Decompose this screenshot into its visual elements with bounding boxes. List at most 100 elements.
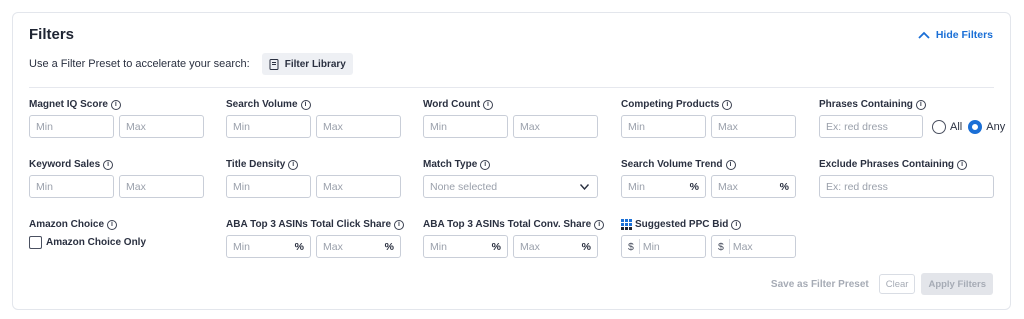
aba-conv-share-min-input[interactable]: Min%	[423, 235, 508, 258]
competing-products-max-input[interactable]: Max	[711, 115, 796, 138]
match-type-label: Match Type	[423, 159, 478, 170]
book-icon	[269, 58, 279, 70]
amazon-choice-label: Amazon Choice	[29, 219, 105, 230]
search-volume-label: Search Volume	[226, 99, 298, 110]
competing-products-field: Competing Products i Min Max	[621, 98, 796, 138]
magnet-iq-max-input[interactable]: Max	[119, 115, 204, 138]
info-icon[interactable]: i	[725, 159, 736, 170]
search-volume-trend-max-input[interactable]: Max%	[711, 175, 796, 198]
title-density-min-input[interactable]: Min	[226, 175, 311, 198]
percent-suffix: %	[491, 240, 501, 253]
info-icon[interactable]: i	[110, 99, 121, 110]
word-count-field: Word Count i Min Max	[423, 98, 598, 138]
aba-conv-share-max-input[interactable]: Max%	[513, 235, 598, 258]
filter-library-button[interactable]: Filter Library	[261, 53, 353, 75]
phrases-containing-field: Phrases Containing i Ex: red dress All An…	[819, 98, 1005, 138]
match-type-select[interactable]: None selected	[423, 175, 598, 198]
grid-icon	[621, 219, 632, 230]
search-volume-trend-field: Search Volume Trend i Min% Max%	[621, 158, 796, 198]
placeholder-text: Min	[642, 240, 660, 253]
title-density-field: Title Density i Min Max	[226, 158, 401, 198]
apply-filters-button[interactable]: Apply Filters	[921, 273, 993, 295]
magnet-iq-field: Magnet IQ Score i Min Max	[29, 98, 204, 138]
info-icon[interactable]: i	[483, 99, 494, 110]
aba-click-share-field: ABA Top 3 ASINs Total Click Share i Min% …	[226, 218, 405, 258]
save-as-filter-preset-button[interactable]: Save as Filter Preset	[771, 279, 869, 290]
filters-title: Filters	[29, 26, 75, 43]
any-radio-label: Any	[986, 120, 1006, 133]
any-radio[interactable]	[968, 119, 983, 134]
info-icon[interactable]: i	[722, 99, 733, 110]
search-volume-trend-min-input[interactable]: Min%	[621, 175, 706, 198]
placeholder-text: Min	[430, 240, 447, 253]
keyword-sales-label: Keyword Sales	[29, 159, 101, 170]
info-icon[interactable]: i	[731, 219, 742, 230]
amazon-choice-checkbox[interactable]	[29, 236, 42, 249]
match-type-value: None selected	[430, 180, 498, 193]
info-icon[interactable]: i	[957, 159, 968, 170]
all-radio[interactable]	[932, 119, 946, 134]
info-icon[interactable]: i	[594, 219, 605, 230]
percent-suffix: %	[779, 180, 789, 193]
info-icon[interactable]: i	[288, 159, 299, 170]
exclude-phrases-label: Exclude Phrases Containing	[819, 159, 955, 170]
word-count-max-input[interactable]: Max	[513, 115, 598, 138]
exclude-phrases-input[interactable]: Ex: red dress	[819, 175, 994, 198]
title-density-max-input[interactable]: Max	[316, 175, 401, 198]
all-radio-label: All	[950, 120, 963, 133]
placeholder-text: Min	[628, 180, 645, 193]
aba-click-share-min-input[interactable]: Min%	[226, 235, 311, 258]
placeholder-text: Max	[718, 180, 738, 193]
ppc-bid-max-input[interactable]: $ Max	[711, 235, 796, 258]
amazon-choice-field: Amazon Choice i Amazon Choice Only	[29, 218, 146, 249]
exclude-phrases-field: Exclude Phrases Containing i Ex: red dres…	[819, 158, 994, 198]
hide-filters-label: Hide Filters	[935, 29, 993, 41]
phrases-containing-input[interactable]: Ex: red dress	[819, 115, 923, 138]
filter-library-label: Filter Library	[284, 58, 346, 70]
info-icon[interactable]: i	[103, 159, 114, 170]
magnet-iq-min-input[interactable]: Min	[29, 115, 114, 138]
clear-button[interactable]: Clear	[878, 274, 916, 294]
placeholder-text: Max	[732, 240, 753, 253]
placeholder-text: Min	[233, 240, 250, 253]
search-volume-max-input[interactable]: Max	[316, 115, 401, 138]
info-icon[interactable]: i	[107, 219, 118, 230]
amazon-choice-checkbox-label: Amazon Choice Only	[46, 237, 147, 248]
keyword-sales-min-input[interactable]: Min	[29, 175, 114, 198]
ppc-bid-field: Suggested PPC Bid i $ Min $ Max	[621, 218, 796, 258]
search-volume-min-input[interactable]: Min	[226, 115, 311, 138]
placeholder-text: Max	[323, 240, 343, 253]
info-icon[interactable]: i	[394, 219, 405, 230]
preset-row: Use a Filter Preset to accelerate your s…	[29, 53, 353, 75]
ppc-bid-min-input[interactable]: $ Min	[621, 235, 706, 258]
dollar-prefix: $	[628, 240, 634, 253]
word-count-min-input[interactable]: Min	[423, 115, 508, 138]
aba-click-share-max-input[interactable]: Max%	[316, 235, 401, 258]
percent-suffix: %	[581, 240, 591, 253]
hide-filters-button[interactable]: Hide Filters	[918, 29, 993, 41]
info-icon[interactable]: i	[300, 99, 311, 110]
keyword-sales-max-input[interactable]: Max	[119, 175, 204, 198]
keyword-sales-field: Keyword Sales i Min Max	[29, 158, 204, 198]
search-volume-field: Search Volume i Min Max	[226, 98, 401, 138]
divider	[29, 87, 994, 88]
word-count-label: Word Count	[423, 99, 481, 110]
info-icon[interactable]: i	[480, 159, 491, 170]
prefix-divider	[639, 239, 640, 254]
filters-footer: Save as Filter Preset Clear Apply Filter…	[771, 273, 993, 295]
chevron-up-icon	[918, 31, 930, 39]
match-type-field: Match Type i None selected	[423, 158, 598, 198]
info-icon[interactable]: i	[915, 99, 926, 110]
prefix-divider	[729, 239, 730, 254]
percent-suffix: %	[689, 180, 699, 193]
chevron-down-icon	[580, 184, 589, 190]
phrases-containing-label: Phrases Containing	[819, 99, 913, 110]
search-volume-trend-label: Search Volume Trend	[621, 159, 723, 170]
percent-suffix: %	[294, 240, 304, 253]
competing-products-min-input[interactable]: Min	[621, 115, 706, 138]
ppc-bid-label: Suggested PPC Bid	[635, 219, 729, 230]
title-density-label: Title Density	[226, 159, 286, 170]
preset-text: Use a Filter Preset to accelerate your s…	[29, 58, 250, 70]
aba-conv-share-field: ABA Top 3 ASINs Total Conv. Share i Min% …	[423, 218, 605, 258]
filters-panel: Filters Hide Filters Use a Filter Preset…	[12, 12, 1011, 310]
